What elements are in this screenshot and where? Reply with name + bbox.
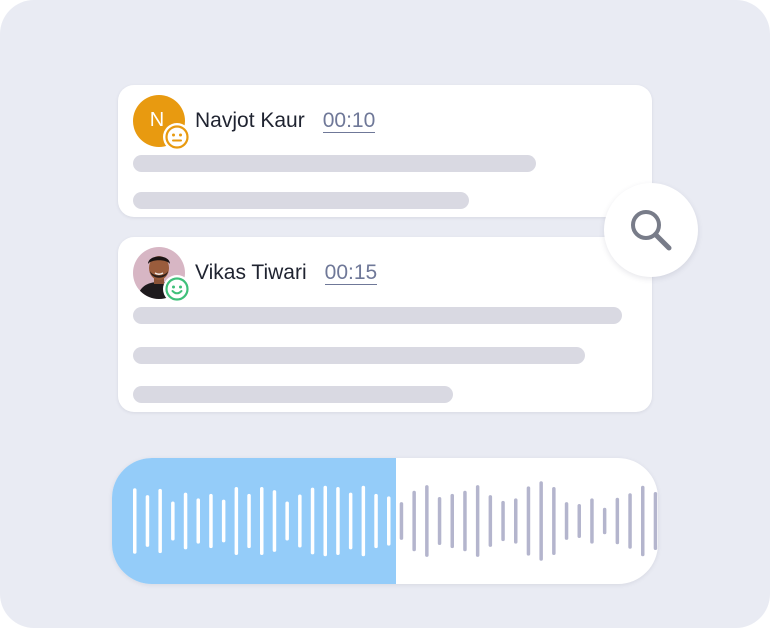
waveform-bar (539, 481, 543, 561)
comment-card[interactable]: Vikas Tiwari 00:15 (118, 237, 652, 412)
waveform-bar (361, 485, 366, 557)
waveform-bar (425, 485, 429, 557)
waveform-bar (399, 502, 404, 540)
waveform-bar (209, 493, 213, 549)
waveform-bar (145, 495, 150, 547)
waveform-bar (475, 485, 480, 557)
waveform-bar (602, 507, 607, 535)
waveform-bar (285, 501, 289, 541)
text-placeholder-line (133, 347, 585, 364)
waveform-bar (196, 498, 200, 544)
timestamp-link[interactable]: 00:10 (322, 109, 376, 133)
text-placeholder-line (133, 155, 536, 172)
waveform-bar (564, 502, 569, 540)
waveform-bar (628, 493, 632, 549)
waveform-bar (158, 488, 162, 554)
waveform-bar (348, 492, 353, 550)
avatar-letter: N (149, 108, 165, 131)
waveform-bar (247, 493, 251, 549)
waveform-bar (590, 498, 594, 544)
waveform-bar (577, 503, 581, 539)
timestamp-link[interactable]: 00:15 (324, 261, 378, 285)
avatar[interactable]: N (133, 95, 191, 151)
search-button[interactable] (604, 183, 698, 277)
audio-player[interactable] (112, 458, 658, 584)
avatar[interactable] (133, 247, 191, 303)
waveform-bar (514, 498, 518, 544)
waveform-bar (221, 499, 226, 543)
waveform-bar (501, 500, 505, 542)
waveform-bar (171, 501, 175, 541)
author-name: Navjot Kaur (195, 109, 305, 132)
waveform-bar (450, 493, 454, 549)
neutral-face-icon (163, 123, 191, 151)
waveform-bar (323, 485, 327, 557)
waveform-bar (526, 486, 531, 556)
illustration-frame: N Navjot Kaur 00:10 Vikas Tiwari 00:15 (0, 0, 770, 628)
smiley-face-icon (163, 275, 191, 303)
waveform-bar (463, 490, 467, 552)
waveform-bar (387, 496, 391, 546)
waveform-bar (234, 486, 239, 556)
text-placeholder-line (133, 307, 622, 324)
waveform-bar (272, 490, 277, 552)
waveform-bar (133, 488, 137, 554)
waveform-bar (615, 497, 620, 545)
waveform[interactable] (112, 458, 658, 584)
waveform-bar (298, 494, 302, 548)
waveform-bar (437, 497, 442, 545)
text-placeholder-line (133, 386, 453, 403)
waveform-bar (310, 487, 315, 555)
waveform-bar (488, 495, 493, 547)
text-placeholder-line (133, 192, 469, 209)
waveform-bar (552, 486, 556, 556)
waveform-bar (260, 486, 264, 556)
waveform-bar (653, 492, 658, 550)
waveform-bar (336, 486, 340, 556)
waveform-bar (374, 493, 378, 549)
comment-header: N Navjot Kaur 00:10 (133, 93, 637, 151)
comment-header: Vikas Tiwari 00:15 (133, 245, 637, 303)
search-icon (631, 210, 672, 251)
comment-card[interactable]: N Navjot Kaur 00:10 (118, 85, 652, 217)
author-name: Vikas Tiwari (195, 261, 307, 284)
waveform-bar (183, 492, 188, 550)
waveform-bar (412, 490, 416, 552)
waveform-bar (641, 485, 645, 557)
